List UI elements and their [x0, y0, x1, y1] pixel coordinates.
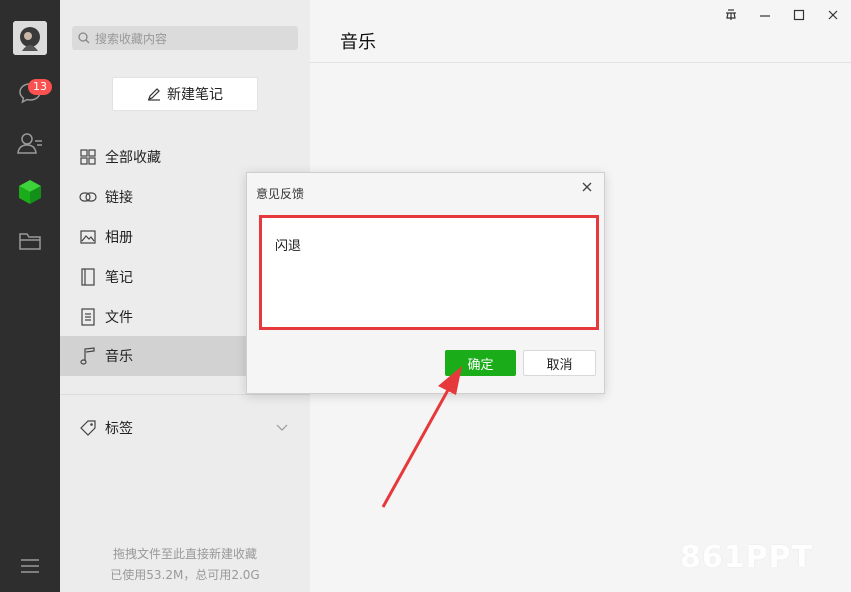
menu-icon[interactable]	[17, 553, 43, 579]
sidebar-item-label: 相册	[105, 230, 133, 246]
link-icon	[78, 187, 98, 207]
left-rail: 13	[0, 0, 60, 592]
sidebar-item-label: 链接	[105, 190, 133, 206]
sidebar-item-label: 全部收藏	[105, 150, 161, 166]
feedback-text: 闪退	[275, 239, 302, 254]
close-icon[interactable]	[824, 6, 842, 24]
sidebar-item-label: 笔记	[105, 270, 133, 286]
sidebar-item-label: 文件	[105, 310, 133, 326]
favorites-cube-icon[interactable]	[17, 179, 43, 205]
sidebar-item-all[interactable]: 全部收藏	[60, 137, 310, 177]
file-icon	[78, 307, 98, 327]
folder-icon[interactable]	[17, 228, 43, 254]
image-icon	[78, 227, 98, 247]
search-input[interactable]: 搜索收藏内容	[72, 26, 298, 50]
grid-icon	[78, 147, 98, 167]
storage-hint: 拖拽文件至此直接新建收藏	[112, 547, 257, 561]
storage-usage: 已使用53.2M，总可用2.0G	[110, 568, 260, 582]
tags-label: 标签	[105, 421, 133, 437]
sidebar-item-tags[interactable]: 标签	[60, 408, 310, 448]
sidebar-item-label: 音乐	[105, 349, 133, 365]
new-note-button[interactable]: 新建笔记	[112, 77, 258, 111]
sidebar-divider	[60, 394, 310, 395]
dialog-close-icon[interactable]	[580, 180, 594, 194]
confirm-button[interactable]: 确定	[445, 350, 516, 376]
search-icon	[78, 32, 90, 44]
cancel-button[interactable]: 取消	[523, 350, 596, 376]
feedback-textarea[interactable]: 闪退	[259, 215, 599, 330]
dialog-title: 意见反馈	[256, 187, 305, 201]
unread-badge: 13	[28, 79, 52, 95]
tag-icon	[78, 418, 98, 438]
chevron-down-icon[interactable]	[276, 420, 288, 436]
pen-icon	[148, 88, 160, 101]
watermark-logo: 861PPT	[680, 540, 814, 575]
minimize-icon[interactable]	[756, 6, 774, 24]
feedback-dialog: 意见反馈 闪退 确定 取消	[246, 172, 605, 394]
pin-icon[interactable]	[722, 6, 740, 24]
page-title: 音乐	[340, 32, 376, 53]
maximize-icon[interactable]	[790, 6, 808, 24]
avatar[interactable]	[13, 21, 47, 55]
new-note-label: 新建笔记	[167, 87, 223, 103]
notebook-icon	[78, 267, 98, 287]
contacts-icon[interactable]	[17, 130, 43, 156]
search-placeholder: 搜索收藏内容	[95, 31, 168, 46]
music-icon	[78, 346, 98, 366]
